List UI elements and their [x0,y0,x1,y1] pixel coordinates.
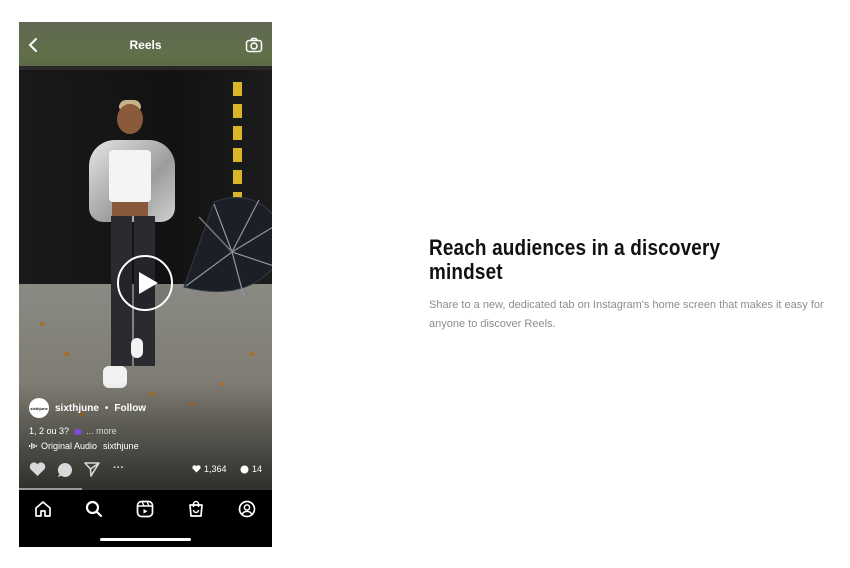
person-shoe [131,338,143,358]
username-link[interactable]: sixthjune [55,403,99,414]
reel-author-row: sixthjune sixthjune • Follow [29,398,146,418]
top-gradient [19,22,272,82]
person-top [109,150,151,202]
camera-icon[interactable] [245,37,263,53]
play-icon [139,272,158,294]
more-options-button[interactable]: ··· [113,462,124,474]
purple-heart-emoji-icon [73,428,82,435]
person-belly [112,202,148,216]
audio-row[interactable]: Original Audio sixthjune [29,441,139,451]
caption-more-link[interactable]: ... more [86,426,117,436]
profile-icon [238,500,256,518]
tab-search[interactable] [85,500,103,518]
send-icon[interactable] [84,462,100,482]
page-title: Reels [129,38,162,52]
like-count: 1,364 [192,464,227,474]
tab-shop[interactable] [187,500,205,518]
reel-actions: ··· 1,364 14 [29,462,265,478]
play-button[interactable] [117,255,173,311]
search-icon [85,500,103,518]
comment-icon[interactable] [57,462,73,483]
audio-user: sixthjune [103,441,139,451]
feature-headline: Reach audiences in a discovery mindset [429,235,721,284]
like-count-text: 1,364 [204,464,227,474]
heart-icon[interactable] [29,462,46,482]
comment-count: 14 [240,464,262,474]
tab-profile[interactable] [238,500,256,518]
tab-home[interactable] [34,500,52,518]
video-leaf [64,352,70,356]
video-leaf [249,352,255,356]
avatar[interactable]: sixthjune [29,398,49,418]
comment-count-text: 14 [252,464,263,474]
small-comment-icon [240,465,249,473]
home-icon [35,501,51,517]
umbrella-icon [183,197,272,298]
follow-button[interactable]: Follow [114,403,146,414]
audio-wave-icon [29,443,37,449]
small-heart-icon [192,465,201,473]
feature-description: Share to a new, dedicated tab on Instagr… [429,299,824,330]
caption-text: 1, 2 ou 3? [29,426,70,436]
video-leaf [39,322,45,326]
separator-dot: • [104,402,109,414]
avatar-text: sixthjune [30,405,48,411]
person-head [117,104,143,134]
reels-phone-mockup: Reels sixthjune sixthjune • Follow 1, 2 … [19,22,272,547]
audio-label: Original Audio [41,441,98,451]
tab-reels[interactable] [136,500,154,518]
shop-icon [189,500,203,517]
reels-icon [136,500,154,518]
home-indicator [100,538,191,541]
bottom-tab-bar [19,490,272,547]
reel-caption[interactable]: 1, 2 ou 3? ... more [29,426,117,436]
